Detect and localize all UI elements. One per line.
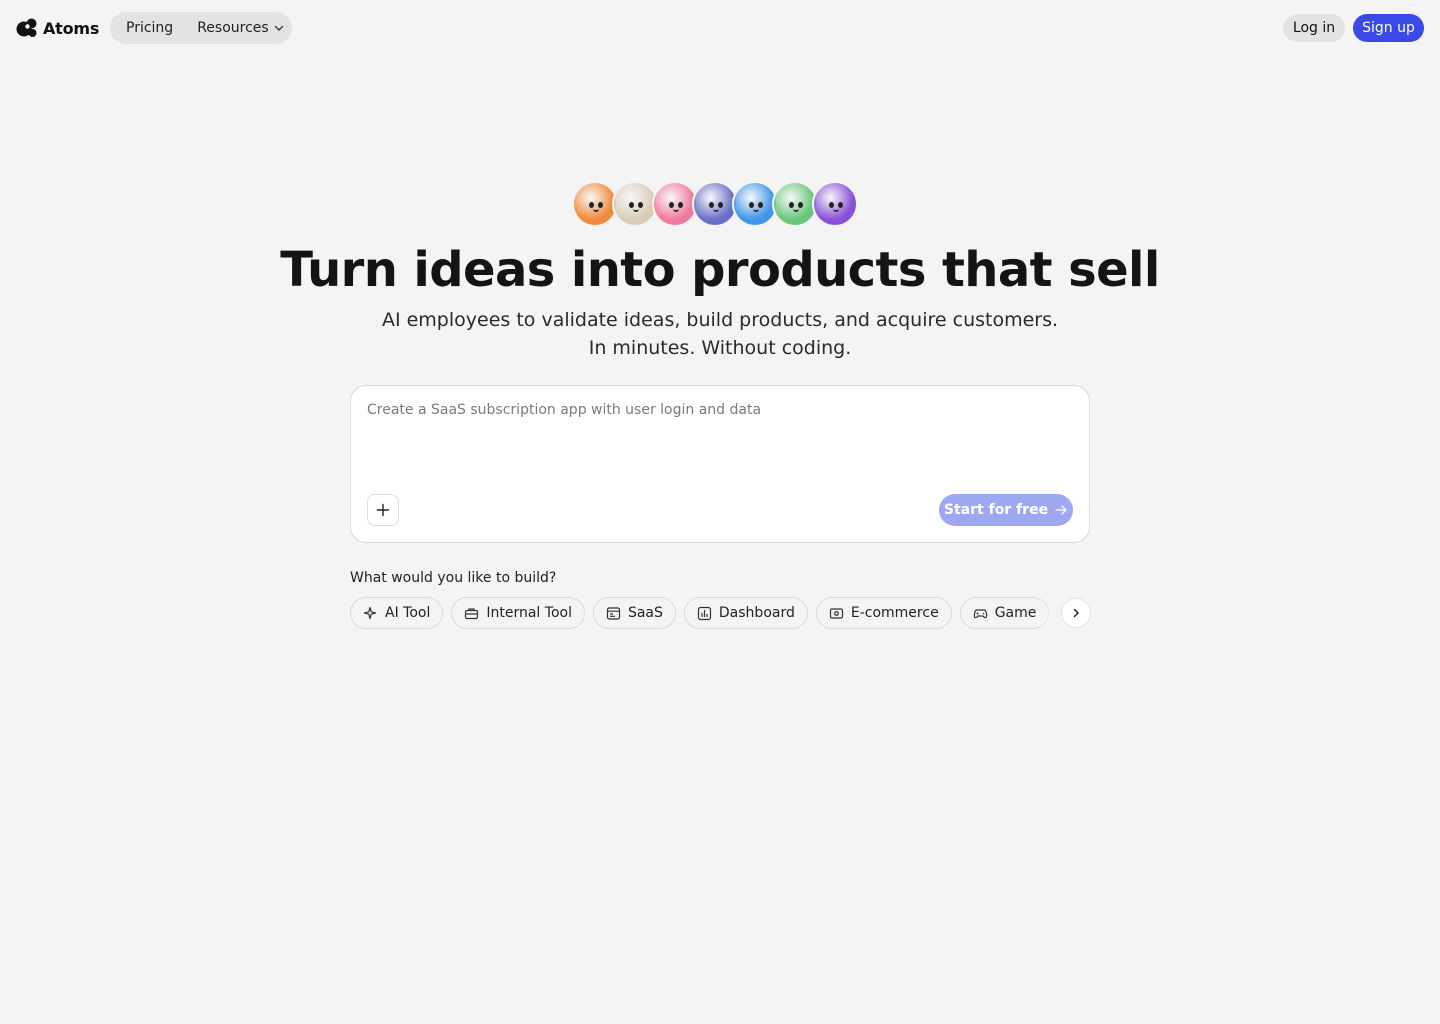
top-navigation-bar: Atoms Pricing Resources Log in Sign up <box>0 0 1440 56</box>
atoms-logo-icon <box>16 18 37 37</box>
hero-subtitle-line-2: In minutes. Without coding. <box>588 337 852 359</box>
arrow-right-icon <box>1055 505 1067 515</box>
suggestion-chip[interactable]: Internal Tool <box>451 597 585 629</box>
suggestion-chip[interactable]: AI Tool <box>350 597 444 629</box>
suggestion-chip-label: E-commerce <box>850 605 939 621</box>
hero-title: Turn ideas into products that sell <box>280 242 1160 298</box>
suggestion-chip[interactable]: SaaS <box>592 597 676 629</box>
purple-character-avatar <box>812 181 858 227</box>
cash-icon <box>829 607 843 619</box>
chart-icon <box>697 606 712 620</box>
ai-employee-avatars <box>572 181 858 227</box>
suggestion-chip-label: Dashboard <box>718 605 795 621</box>
suggestion-chip-label: Game <box>994 605 1037 621</box>
signup-button[interactable]: Sign up <box>1353 14 1424 42</box>
add-attachment-button[interactable] <box>367 494 399 526</box>
sparkles-icon <box>363 606 377 619</box>
nav-pricing-link[interactable]: Pricing <box>126 20 173 36</box>
chips-scroll-next-button[interactable] <box>1061 598 1091 628</box>
main-nav: Pricing Resources <box>110 12 292 44</box>
nav-resources-label: Resources <box>197 20 269 36</box>
brand-logo-link[interactable]: Atoms <box>16 16 99 40</box>
prompt-input[interactable] <box>367 402 1067 462</box>
plus-icon <box>376 503 390 517</box>
hero-subtitle-line-1: AI employees to validate ideas, build pr… <box>381 309 1059 331</box>
suggestion-chip-label: Internal Tool <box>486 605 572 621</box>
chevron-right-icon <box>1073 608 1079 618</box>
suggestion-chip[interactable]: Dashboard <box>683 597 808 629</box>
prompt-box: Start for free <box>350 385 1090 543</box>
login-button[interactable]: Log in <box>1283 14 1345 42</box>
suggestion-chip[interactable]: E-commerce <box>815 597 952 629</box>
chevron-down-icon <box>274 25 283 31</box>
suggestions-label: What would you like to build? <box>350 570 557 586</box>
suggestion-chip-label: AI Tool <box>385 605 431 621</box>
hero-subtitle: AI employees to validate ideas, build pr… <box>0 306 1440 362</box>
nav-resources-dropdown[interactable]: Resources <box>197 20 285 36</box>
suggestion-chips-row: AI Tool Internal Tool SaaS Dashboard E-comme… <box>350 597 1090 629</box>
start-for-free-button[interactable]: Start for free <box>939 494 1073 526</box>
suggestion-chip-label: SaaS <box>627 605 663 621</box>
browser-window-icon <box>606 606 621 620</box>
start-for-free-label: Start for free <box>943 502 1049 518</box>
brand-name: Atoms <box>43 18 100 38</box>
gamepad-icon <box>973 608 987 618</box>
toolbox-icon <box>465 607 479 619</box>
